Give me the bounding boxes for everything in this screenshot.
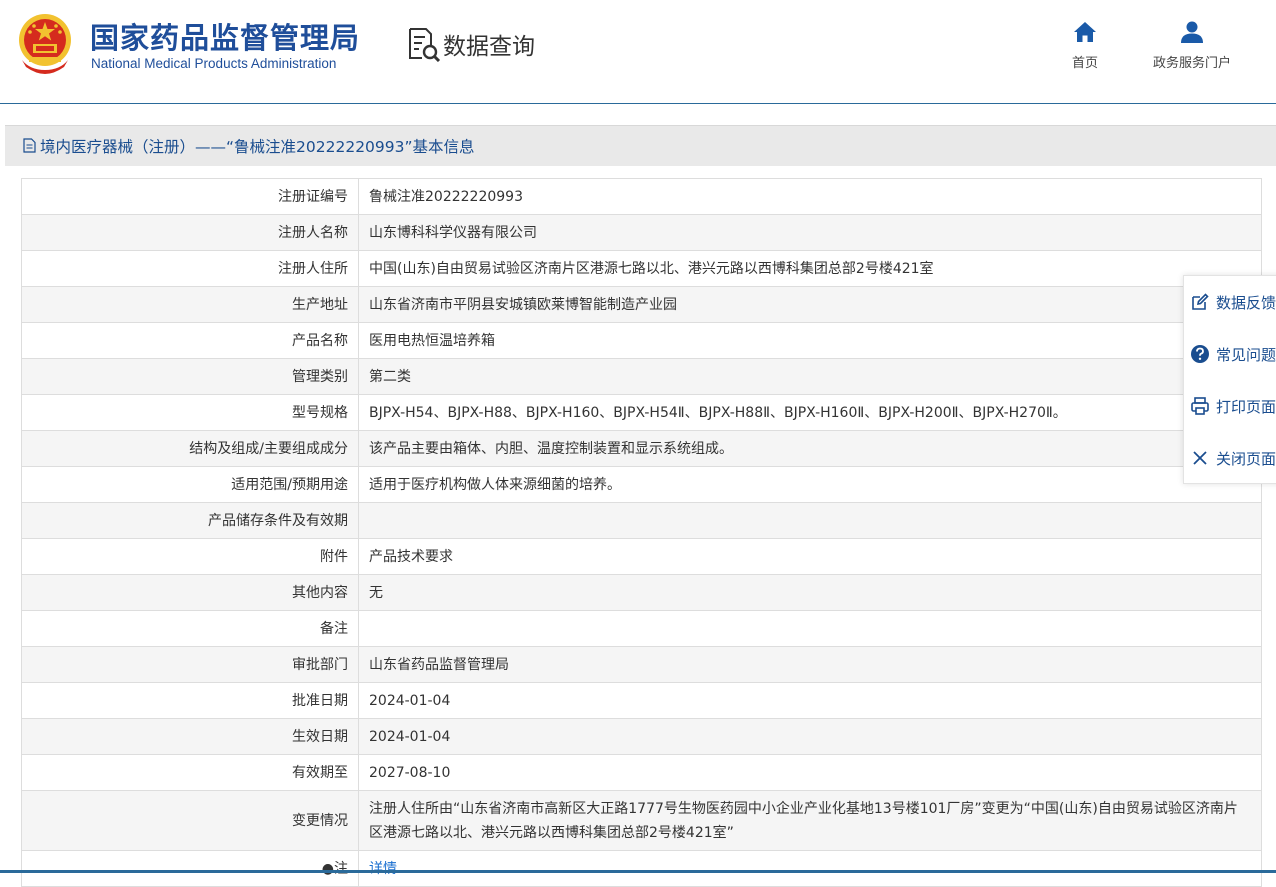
row-value: 第二类 [358,358,1262,395]
site-logo-subtitle: National Medical Products Administration [91,56,337,71]
printer-icon [1191,397,1209,415]
row-value: 2024-01-04 [358,682,1262,719]
table-row: 注册人住所 中国(山东)自由贸易试验区济南片区港源七路以北、港兴元路以西博科集团总… [21,250,1262,287]
site-logo-title[interactable]: 国家药品监督管理局 [90,15,360,57]
print-page-button[interactable]: 打印页面 [1184,380,1276,432]
table-row: 批准日期 2024-01-04 [21,682,1262,719]
row-label: 其他内容 [21,574,359,611]
row-label: 结构及组成/主要组成成分 [21,430,359,467]
question-circle-icon [1191,345,1209,363]
row-label: 附件 [21,538,359,575]
detail-table-wrapper: 注册证编号 鲁械注准20222220993 注册人名称 山东博科科学仪器有限公司 注… [21,178,1262,887]
row-label: 变更情况 [21,790,359,851]
row-label: 管理类别 [21,358,359,395]
data-feedback-label: 数据反馈 [1216,293,1276,312]
row-label: ●注 [21,850,359,887]
row-value: 适用于医疗机构做人体来源细菌的培养。 [358,466,1262,503]
row-label: 生效日期 [21,718,359,755]
table-row: 审批部门 山东省药品监督管理局 [21,646,1262,683]
row-value: 中国(山东)自由贸易试验区济南片区港源七路以北、港兴元路以西博科集团总部2号楼4… [358,250,1262,287]
table-row: 其他内容无 [21,574,1262,611]
nav-portal-label: 政务服务门户 [1152,56,1231,71]
table-row: ●注 详情 [21,850,1262,887]
user-icon [1181,21,1203,43]
row-value: 注册人住所由“山东省济南市高新区大正路1777号生物医药园中小企业产业化基地13… [358,790,1262,851]
row-value: 该产品主要由箱体、内胆、温度控制装置和显示系统组成。 [358,430,1262,467]
row-label: 备注 [21,610,359,647]
row-value: 山东博科科学仪器有限公司 [358,214,1262,251]
table-row: 结构及组成/主要组成成分 该产品主要由箱体、内胆、温度控制装置和显示系统组成。 [21,430,1262,467]
row-value [358,610,1262,647]
page-title-bar: 境内医疗器械（注册）——“鲁械注准20222220993”基本信息 [5,125,1276,166]
row-label: 批准日期 [21,682,359,719]
edit-icon [1192,293,1209,310]
row-label: 适用范围/预期用途 [21,466,359,503]
close-page-label: 关闭页面 [1216,449,1276,468]
table-row: 注册证编号 鲁械注准20222220993 [21,178,1262,215]
row-label: 审批部门 [21,646,359,683]
close-page-button[interactable]: 关闭页面 [1184,432,1276,484]
faq-label: 常见问题 [1216,345,1276,364]
row-value: 鲁械注准20222220993 [358,178,1262,215]
detail-table: 注册证编号 鲁械注准20222220993 注册人名称 山东博科科学仪器有限公司 注… [21,178,1262,887]
document-icon [23,138,36,153]
national-emblem-icon [19,14,71,74]
row-value: 医用电热恒温培养箱 [358,322,1262,359]
table-row: 型号规格 BJPX-H54、BJPX-H88、BJPX-H160、BJPX-H54… [21,394,1262,431]
data-feedback-button[interactable]: 数据反馈 [1184,276,1276,328]
home-icon [1074,22,1096,42]
row-value: 山东省药品监督管理局 [358,646,1262,683]
row-label: 产品储存条件及有效期 [21,502,359,539]
table-row: 变更情况 注册人住所由“山东省济南市高新区大正路1777号生物医药园中小企业产业化… [21,790,1262,851]
print-page-label: 打印页面 [1216,397,1276,416]
table-row: 管理类别 第二类 [21,358,1262,395]
close-icon [1193,451,1207,465]
row-value: 山东省济南市平阴县安城镇欧莱博智能制造产业园 [358,286,1262,323]
nav-home-label: 首页 [1071,56,1098,71]
row-label: 注册证编号 [21,178,359,215]
header-divider [0,103,1276,104]
page-title: 境内医疗器械（注册）——“鲁械注准20222220993”基本信息 [40,138,475,156]
side-panel: 数据反馈 常见问题 打印页面 关闭页面 [1183,275,1276,484]
row-value: BJPX-H54、BJPX-H88、BJPX-H160、BJPX-H54Ⅱ、BJ… [358,394,1262,431]
row-label: 型号规格 [21,394,359,431]
table-row: 生产地址 山东省济南市平阴县安城镇欧莱博智能制造产业园 [21,286,1262,323]
row-label: 注册人名称 [21,214,359,251]
nav-gov-portal[interactable]: 政务服务门户 [1142,20,1242,71]
table-row: 适用范围/预期用途 适用于医疗机构做人体来源细菌的培养。 [21,466,1262,503]
nav-home[interactable]: 首页 [1067,20,1103,71]
data-query-title: 数据查询 [443,34,535,60]
row-value: 2024-01-04 [358,718,1262,755]
data-query-section: 数据查询 [407,26,535,62]
row-value [358,502,1262,539]
row-label: 产品名称 [21,322,359,359]
row-value: 无 [358,574,1262,611]
site-header: 国家药品监督管理局 National Medical Products Admi… [0,0,1276,104]
row-value: 产品技术要求 [358,538,1262,575]
table-row: 生效日期 2024-01-04 [21,718,1262,755]
document-search-icon [409,28,441,62]
table-row: 产品储存条件及有效期 [21,502,1262,539]
row-value: 详情 [358,850,1262,887]
table-row: 产品名称 医用电热恒温培养箱 [21,322,1262,359]
row-label: 注册人住所 [21,250,359,287]
row-label: 生产地址 [21,286,359,323]
row-label: 有效期至 [21,754,359,791]
table-row: 有效期至 2027-08-10 [21,754,1262,791]
table-row: 附件 产品技术要求 [21,538,1262,575]
table-row: 注册人名称 山东博科科学仪器有限公司 [21,214,1262,251]
faq-button[interactable]: 常见问题 [1184,328,1276,380]
details-link[interactable]: 详情 [369,861,397,877]
row-value: 2027-08-10 [358,754,1262,791]
table-row: 备注 [21,610,1262,647]
